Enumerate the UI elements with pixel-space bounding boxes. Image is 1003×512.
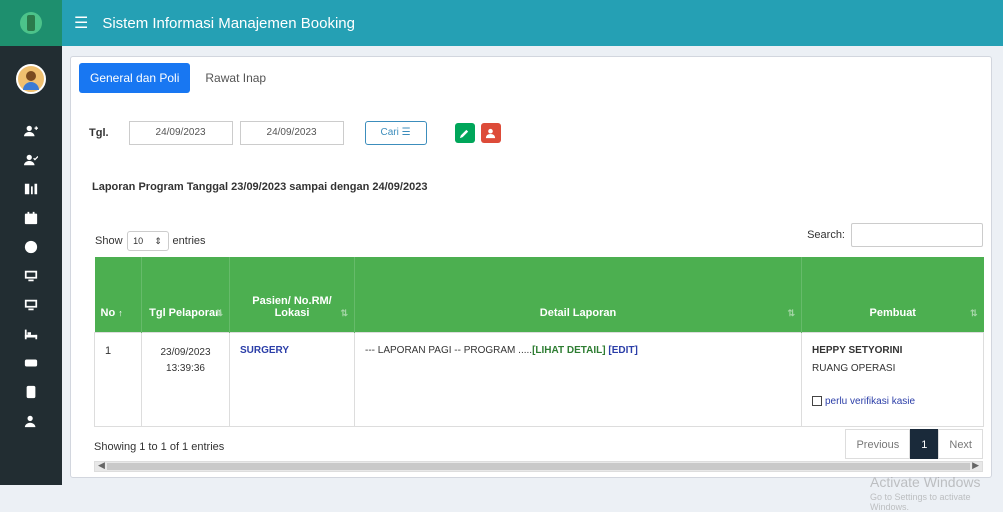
entries-length: Show 10 ⇕ entries bbox=[95, 231, 206, 251]
creator-name: HEPPY SETYORINI bbox=[812, 344, 903, 356]
user-icon bbox=[485, 128, 496, 138]
add-user-icon[interactable] bbox=[0, 116, 62, 145]
user-button[interactable] bbox=[480, 123, 501, 143]
bed-icon[interactable] bbox=[0, 319, 62, 348]
search-button-label: Cari bbox=[380, 127, 399, 138]
next-button[interactable]: Next bbox=[938, 429, 983, 459]
report-time: 13:39:36 bbox=[166, 362, 205, 374]
user-avatar[interactable] bbox=[16, 64, 46, 94]
checkbox-icon bbox=[812, 396, 822, 406]
watermark-line-2: Go to Settings to activate Windows. bbox=[870, 492, 971, 512]
show-label: Show bbox=[95, 235, 123, 247]
select-arrows-icon: ⇕ bbox=[154, 235, 162, 246]
table-info: Showing 1 to 1 of 1 entries bbox=[94, 441, 225, 453]
column-header-detail-laporan[interactable]: Detail Laporan ⇅ bbox=[354, 257, 802, 332]
edit-icon bbox=[459, 129, 469, 138]
edit-link[interactable]: [EDIT] bbox=[608, 345, 637, 356]
main-content: General dan Poli Rawat Inap Tgl. 24/09/2… bbox=[62, 46, 1003, 512]
date-label: Tgl. bbox=[89, 127, 109, 139]
scroll-thumb[interactable] bbox=[107, 463, 970, 470]
table-search: Search: bbox=[807, 223, 983, 247]
top-navbar: ☰ Sistem Informasi Manajemen Booking bbox=[62, 0, 1003, 46]
monitor-icon-2[interactable] bbox=[0, 290, 62, 319]
ambulance-icon[interactable] bbox=[0, 348, 62, 377]
date-to-input[interactable]: 24/09/2023 bbox=[239, 121, 344, 145]
horizontal-scrollbar[interactable]: ◀ ▶ bbox=[94, 460, 983, 472]
windows-activation-watermark: Activate Windows Go to Settings to activ… bbox=[870, 474, 1003, 512]
hamburger-menu-icon[interactable]: ☰ bbox=[74, 13, 88, 33]
report-date: 23/09/2023 bbox=[160, 346, 211, 358]
sort-icon: ⇅ bbox=[969, 307, 978, 318]
patient-location: SURGERY bbox=[240, 344, 290, 356]
pagination: Previous 1 Next bbox=[845, 429, 983, 459]
cell-pembuat: HEPPY SETYORINI RUANG OPERASI perlu veri… bbox=[801, 331, 984, 427]
list-icon: ☰ bbox=[401, 127, 411, 138]
scroll-right-icon[interactable]: ▶ bbox=[972, 460, 979, 471]
verification-checkbox[interactable]: perlu verifikasi kasie bbox=[812, 396, 973, 407]
sort-asc-icon: ↑ bbox=[118, 307, 123, 318]
logo-icon bbox=[20, 12, 42, 34]
search-button[interactable]: Cari ☰ bbox=[364, 121, 427, 145]
report-icon[interactable] bbox=[0, 174, 62, 203]
lihat-detail-link[interactable]: [LIHAT DETAIL] bbox=[532, 345, 606, 356]
entries-value: 10 bbox=[133, 236, 144, 246]
calendar-icon[interactable] bbox=[0, 203, 62, 232]
report-title: Laporan Program Tanggal 23/09/2023 sampa… bbox=[92, 181, 428, 193]
table-row: 1 23/09/2023 13:39:36 SURGERY --- LAPORA… bbox=[94, 331, 984, 427]
user-settings-icon[interactable] bbox=[0, 406, 62, 435]
app-logo[interactable] bbox=[0, 0, 62, 46]
report-table: No ↑ Tgl Pelaporan ⇅ Pasien/ No.RM/ Lokas… bbox=[94, 257, 984, 427]
creator-room: RUANG OPERASI bbox=[812, 362, 896, 374]
entries-label: entries bbox=[172, 235, 206, 247]
cell-pasien: SURGERY bbox=[229, 331, 355, 427]
column-header-no[interactable]: No ↑ bbox=[94, 257, 142, 332]
column-header-pembuat[interactable]: Pembuat ⇅ bbox=[801, 257, 984, 332]
sort-icon: ⇅ bbox=[215, 307, 223, 318]
tab-bar: General dan Poli Rawat Inap bbox=[79, 63, 281, 93]
sort-icon: ⇅ bbox=[340, 307, 348, 318]
edit-button[interactable] bbox=[454, 123, 475, 143]
database-icon[interactable] bbox=[0, 377, 62, 406]
info-icon[interactable] bbox=[0, 232, 62, 261]
watermark-line-1: Activate Windows bbox=[870, 474, 981, 490]
date-from-input[interactable]: 24/09/2023 bbox=[128, 121, 233, 145]
tab-general-dan-poli[interactable]: General dan Poli bbox=[79, 63, 191, 93]
report-panel: General dan Poli Rawat Inap Tgl. 24/09/2… bbox=[70, 56, 992, 478]
cell-detail-laporan: --- LAPORAN PAGI -- PROGRAM .....[LIHAT … bbox=[354, 331, 802, 427]
search-input[interactable] bbox=[851, 223, 983, 247]
sidebar bbox=[0, 0, 62, 485]
cell-tgl-pelaporan: 23/09/2023 13:39:36 bbox=[141, 331, 230, 427]
previous-button[interactable]: Previous bbox=[845, 429, 911, 459]
date-filter: Tgl. 24/09/2023 24/09/2023 Cari ☰ bbox=[89, 121, 501, 145]
user-check-icon[interactable] bbox=[0, 145, 62, 174]
tab-rawat-inap[interactable]: Rawat Inap bbox=[194, 63, 277, 93]
entries-select[interactable]: 10 ⇕ bbox=[126, 231, 169, 251]
detail-text: --- LAPORAN PAGI -- PROGRAM ..... bbox=[365, 344, 533, 356]
search-label: Search: bbox=[807, 229, 845, 241]
scroll-left-icon[interactable]: ◀ bbox=[98, 460, 105, 471]
page-1-button[interactable]: 1 bbox=[910, 429, 939, 459]
app-title: Sistem Informasi Manajemen Booking bbox=[102, 14, 355, 32]
column-header-pasien[interactable]: Pasien/ No.RM/ Lokasi ⇅ bbox=[229, 257, 355, 332]
monitor-icon[interactable] bbox=[0, 261, 62, 290]
verification-label: perlu verifikasi kasie bbox=[825, 395, 916, 407]
column-header-tgl-pelaporan[interactable]: Tgl Pelaporan ⇅ bbox=[141, 257, 230, 332]
sort-icon: ⇅ bbox=[787, 307, 795, 318]
cell-no: 1 bbox=[94, 331, 142, 427]
